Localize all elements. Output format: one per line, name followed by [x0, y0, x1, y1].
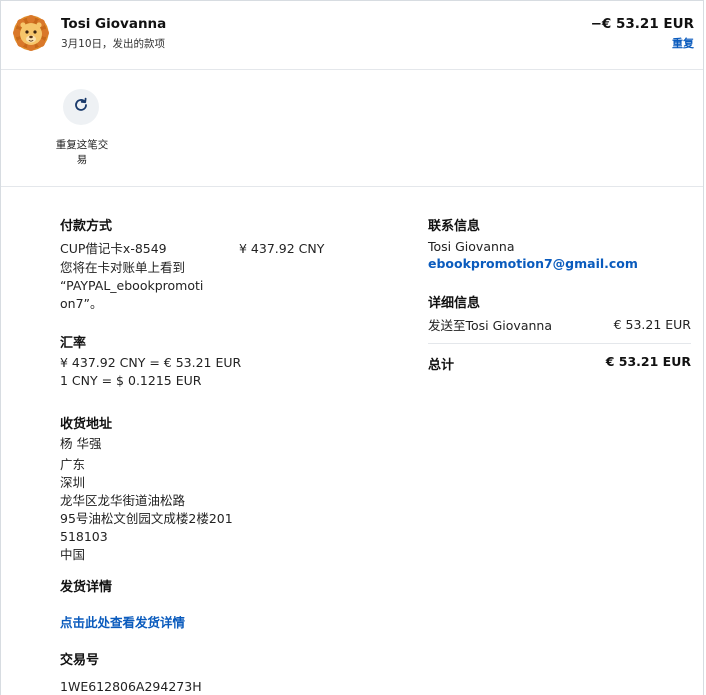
repeat-transaction-label[interactable]: 重复这笔交易 — [51, 138, 113, 168]
address-country: 中国 — [60, 547, 86, 562]
transaction-header[interactable]: Tosi Giovanna 3月10日，发出的款项 −€ 53.21 EUR 重… — [1, 1, 703, 70]
statement-note-line2: “PAYPAL_ebookpromoti — [60, 278, 204, 293]
divider — [428, 343, 691, 344]
address-postcode: 518103 — [60, 529, 108, 544]
transaction-date-type: 3月10日，发出的款项 — [61, 38, 166, 50]
lion-avatar-icon — [13, 15, 49, 51]
sent-to-label: 发送至Tosi Giovanna — [428, 318, 552, 333]
address-street: 龙华区龙华街道油松路 — [60, 493, 186, 508]
repeat-link[interactable]: 重复 — [672, 35, 694, 51]
total-amount: € 53.21 EUR — [605, 354, 691, 369]
exchange-rate: 1 CNY = $ 0.1215 EUR — [60, 373, 202, 388]
transaction-id-title: 交易号 — [60, 653, 100, 668]
sent-amount: € 53.21 EUR — [613, 317, 691, 332]
statement-note-line1: 您将在卡对账单上看到 — [60, 260, 186, 275]
address-name: 杨 华强 — [60, 436, 102, 451]
address-city: 深圳 — [60, 475, 86, 490]
contact-email-link[interactable]: ebookpromotion7@gmail.com — [428, 256, 638, 271]
total-label: 总计 — [428, 358, 455, 373]
payment-amount-cny: ¥ 437.92 CNY — [239, 241, 325, 256]
refresh-icon — [73, 97, 89, 117]
contact-name: Tosi Giovanna — [428, 239, 515, 254]
payment-card: CUP借记卡x-8549 — [60, 241, 167, 256]
view-delivery-details-link[interactable]: 点击此处查看发货详情 — [60, 612, 185, 631]
exchange-rate-title: 汇率 — [60, 336, 87, 351]
delivery-details-title: 发货详情 — [60, 580, 113, 595]
transaction-amount: −€ 53.21 EUR — [590, 16, 694, 32]
address-province: 广东 — [60, 457, 86, 472]
counterparty-name: Tosi Giovanna — [61, 16, 167, 32]
transaction-details-card: Tosi Giovanna 3月10日，发出的款项 −€ 53.21 EUR 重… — [0, 0, 704, 695]
details-title: 详细信息 — [428, 296, 481, 311]
repeat-transaction-button[interactable] — [63, 89, 99, 125]
statement-note-line3: on7”。 — [60, 296, 103, 311]
address-building: 95号油松文创园文成楼2楼201 — [60, 511, 233, 526]
contact-info-title: 联系信息 — [428, 219, 481, 234]
exchange-conversion: ¥ 437.92 CNY = € 53.21 EUR — [60, 355, 242, 370]
transaction-id: 1WE612806A294273H — [60, 679, 202, 694]
shipping-address-title: 收货地址 — [60, 417, 113, 432]
payment-method-title: 付款方式 — [60, 219, 113, 234]
action-bar: 重复这笔交易 — [1, 70, 703, 187]
